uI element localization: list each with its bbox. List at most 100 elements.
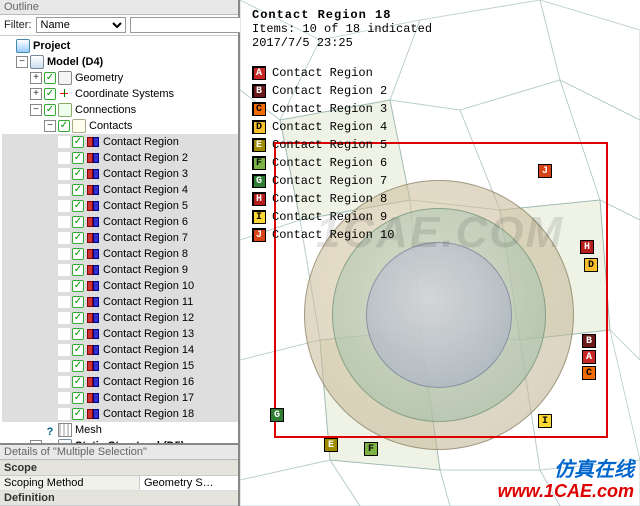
check-icon: ✓ [72, 200, 84, 212]
tree-mesh[interactable]: ? Mesh [2, 422, 238, 438]
callout-label[interactable]: A [582, 350, 596, 364]
contact-icon [86, 375, 100, 389]
legend-header: Contact Region 18 Items: 10 of 18 indica… [252, 8, 432, 50]
contact-icon [86, 231, 100, 245]
expander-icon[interactable]: − [16, 56, 28, 68]
details-title: Details of "Multiple Selection" [0, 443, 238, 460]
tree-contact-region[interactable]: ✓Contact Region 14 [2, 342, 238, 358]
legend-item[interactable]: GContact Region 7 [252, 172, 394, 190]
check-icon: ✓ [72, 136, 84, 148]
contact-icon [86, 199, 100, 213]
callout-label[interactable]: G [270, 408, 284, 422]
expander-icon[interactable]: − [30, 104, 42, 116]
tree-item-label: Contact Region 4 [103, 182, 188, 198]
contacts-icon [72, 119, 86, 133]
tree-contact-region[interactable]: ✓Contact Region 7 [2, 230, 238, 246]
outline-title: Outline [0, 0, 238, 15]
tree-contact-region[interactable]: ✓ Contact Region 5 [2, 198, 238, 214]
callout-label[interactable]: D [584, 258, 598, 272]
tree-coordinate-systems[interactable]: + ✓ Coordinate Systems [2, 86, 238, 102]
legend-item[interactable]: H Contact Region 8 [252, 190, 394, 208]
tree-contact-region[interactable]: ✓Contact Region 17 [2, 390, 238, 406]
legend-item[interactable]: DContact Region 4 [252, 118, 394, 136]
tree-contact-region[interactable]: ✓Contact Region 16 [2, 374, 238, 390]
tree-contact-region[interactable]: ✓Contact Region [2, 134, 238, 150]
legend-label: Contact Region 5 [272, 138, 387, 152]
callout-label[interactable]: I [538, 414, 552, 428]
tree-item-label: Contact Region 2 [103, 150, 188, 166]
watermark-url: www.1CAE.com [498, 481, 634, 502]
tree-item-label: Contact Region 16 [103, 374, 194, 390]
contact-icon [86, 359, 100, 373]
tree-contact-region[interactable]: ✓Contact Region 2 [2, 150, 238, 166]
contact-icon [86, 391, 100, 405]
check-icon: ✓ [72, 184, 84, 196]
left-panel: Outline Filter: Name ◦ ▾ Project − Model [0, 0, 240, 506]
model-icon [30, 55, 44, 69]
legend-item[interactable]: CContact Region 3 [252, 100, 394, 118]
callout-label[interactable]: H [580, 240, 594, 254]
tree-contact-region[interactable]: ✓Contact Region 3 [2, 166, 238, 182]
expander-icon[interactable]: + [30, 88, 42, 100]
check-icon: ✓ [72, 328, 84, 340]
contact-icon [86, 407, 100, 421]
tree-item-label: Contact Region 10 [103, 278, 194, 294]
details-definition-header[interactable]: Definition [0, 491, 238, 506]
tree-connections[interactable]: − ✓ Connections [2, 102, 238, 118]
mesh-icon [58, 423, 72, 437]
legend-item[interactable]: FContact Region 6 [252, 154, 394, 172]
legend-swatch: A [252, 66, 266, 80]
legend-swatch: B [252, 84, 266, 98]
connections-icon [58, 103, 72, 117]
contact-icon [86, 167, 100, 181]
callout-label[interactable]: F [364, 442, 378, 456]
check-icon: ✓ [44, 88, 56, 100]
legend-item[interactable]: EContact Region 5 [252, 136, 394, 154]
tree-item-label: Contact Region 7 [103, 230, 188, 246]
contact-icon [86, 343, 100, 357]
tree-item-label: Contact Region 5 [103, 198, 188, 214]
details-scope-header[interactable]: Scope [0, 461, 238, 476]
tree-contact-region[interactable]: ✓Contact Region 13 [2, 326, 238, 342]
legend-label: Contact Region 9 [272, 210, 387, 224]
tree-contact-region[interactable]: ✓Contact Region 18 [2, 406, 238, 422]
tree-contact-region[interactable]: ✓ Contact Region 4 [2, 182, 238, 198]
legend-label: Contact Region 3 [272, 102, 387, 116]
legend-item[interactable]: AContact Region [252, 64, 394, 82]
legend-label: Contact Region 4 [272, 120, 387, 134]
details-row-label: Scoping Method [0, 476, 140, 490]
contact-icon [86, 311, 100, 325]
tree-contact-region[interactable]: ✓Contact Region 11 [2, 294, 238, 310]
tree-contact-region[interactable]: ✓Contact Region 12 [2, 310, 238, 326]
check-icon: ✓ [72, 216, 84, 228]
legend-item[interactable]: BContact Region 2 [252, 82, 394, 100]
tree-contact-region[interactable]: ✓Contact Region 6 [2, 214, 238, 230]
callout-label[interactable]: J [538, 164, 552, 178]
tree-geometry[interactable]: + ✓ Geometry [2, 70, 238, 86]
legend-swatch: H [252, 192, 266, 206]
legend-label: Contact Region 8 [272, 192, 387, 206]
tree-contacts[interactable]: − ✓ Contacts [2, 118, 238, 134]
legend-item[interactable]: IContact Region 9 [252, 208, 394, 226]
expander-icon[interactable]: + [30, 72, 42, 84]
tree[interactable]: Project − Model (D4) + ✓ Geometry + ✓ [0, 36, 238, 443]
details-row-value[interactable]: Geometry S… [140, 476, 238, 490]
callout-label[interactable]: E [324, 438, 338, 452]
tree-contact-region[interactable]: ✓Contact Region 15 [2, 358, 238, 374]
check-icon: ✓ [58, 120, 70, 132]
tree-contact-region[interactable]: ✓Contact Region 8 [2, 246, 238, 262]
expander-icon[interactable]: − [44, 120, 56, 132]
tree-model[interactable]: − Model (D4) [2, 54, 238, 70]
viewport[interactable]: 1CAE.COM Contact Region 18 Items: 10 of … [240, 0, 640, 506]
legend-item[interactable]: JContact Region 10 [252, 226, 394, 244]
tree-project[interactable]: Project [2, 38, 238, 54]
tree-item-label: Contact Region 17 [103, 390, 194, 406]
filter-select[interactable]: Name [36, 17, 126, 33]
check-icon: ✓ [72, 360, 84, 372]
tree-contact-region[interactable]: ✓Contact Region 9 [2, 262, 238, 278]
callout-label[interactable]: B [582, 334, 596, 348]
details-row[interactable]: Scoping Method Geometry S… [0, 476, 238, 491]
legend-label: Contact Region 7 [272, 174, 387, 188]
tree-contact-region[interactable]: ✓Contact Region 10 [2, 278, 238, 294]
callout-label[interactable]: C [582, 366, 596, 380]
